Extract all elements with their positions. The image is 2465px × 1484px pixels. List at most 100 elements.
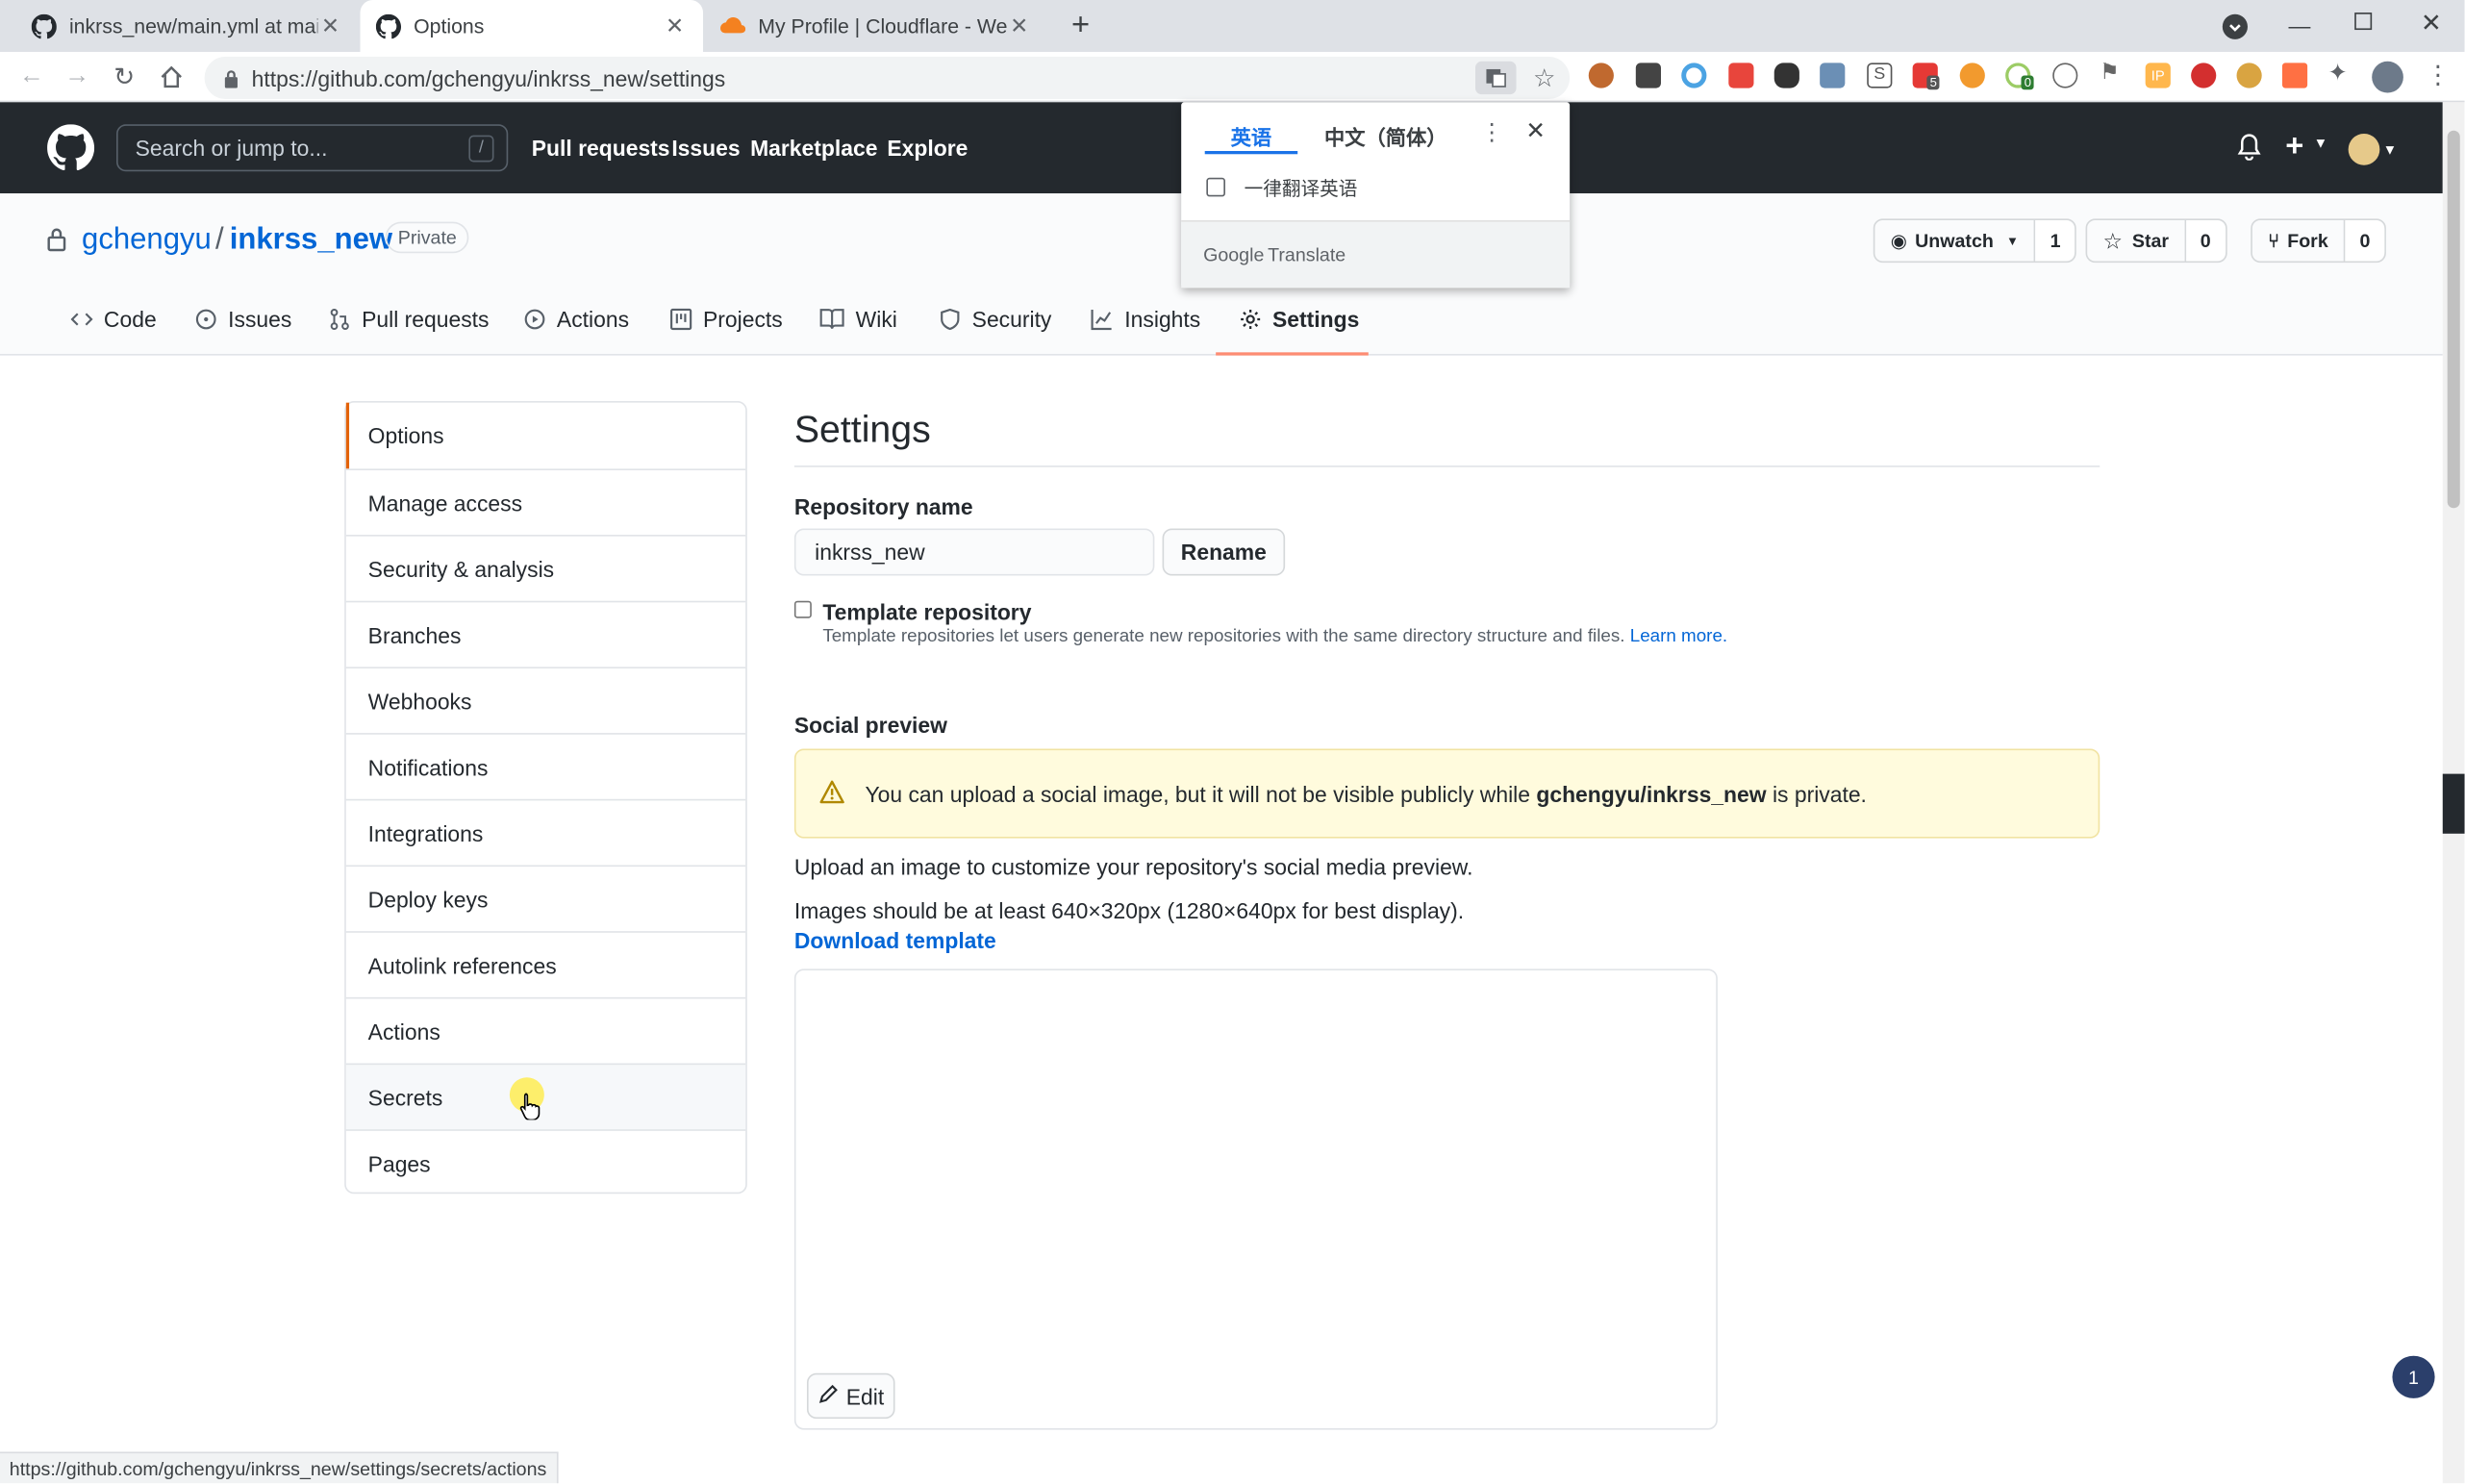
nav-marketplace[interactable]: Marketplace: [750, 136, 877, 161]
star-count[interactable]: 0: [2186, 219, 2226, 262]
sidebar-item-integrations[interactable]: Integrations: [345, 798, 746, 866]
create-new-plus-icon[interactable]: +: [2285, 129, 2303, 165]
template-repository-checkbox[interactable]: [793, 600, 812, 618]
tab-search-icon[interactable]: [2222, 13, 2248, 39]
sidebar-item-actions[interactable]: Actions: [345, 996, 746, 1064]
translate-icon[interactable]: [1475, 61, 1517, 95]
reload-icon[interactable]: ↻: [106, 52, 143, 102]
browser-tab-cloudflare[interactable]: My Profile | Cloudflare - Web P ✕: [705, 0, 1048, 52]
extension-icon[interactable]: [1728, 63, 1754, 88]
extension-icon[interactable]: [1635, 63, 1661, 88]
minimize-icon[interactable]: —: [2289, 13, 2311, 38]
repo-name-link[interactable]: inkrss_new: [230, 223, 392, 258]
user-avatar[interactable]: [2348, 134, 2380, 165]
extension-icon[interactable]: [1588, 63, 1614, 88]
social-preview-image-area[interactable]: Edit: [793, 968, 1718, 1430]
side-panel-handle[interactable]: [2442, 773, 2465, 834]
browser-tab-main-yml[interactable]: inkrss_new/main.yml at main · ✕: [15, 0, 359, 52]
browser-tab-bar: inkrss_new/main.yml at main · ✕ Options …: [0, 0, 2465, 52]
tab-code[interactable]: Code: [70, 306, 157, 356]
fork-button-group: ⑂ Fork 0: [2251, 218, 2386, 264]
translate-tab-source[interactable]: 英语: [1204, 121, 1298, 155]
tab-pull-requests[interactable]: Pull requests: [329, 307, 490, 356]
pull-request-icon: [330, 308, 349, 331]
tab-label: Code: [103, 306, 157, 333]
nav-issues[interactable]: Issues: [671, 136, 740, 161]
close-tab-icon[interactable]: ✕: [1007, 13, 1032, 39]
repo-name-input[interactable]: [793, 528, 1155, 576]
tab-security[interactable]: Security: [939, 307, 1051, 356]
fork-count[interactable]: 0: [2345, 219, 2385, 262]
new-tab-button[interactable]: +: [1064, 10, 1098, 44]
repo-owner-link[interactable]: gchengyu: [82, 223, 212, 258]
learn-more-link[interactable]: Learn more.: [1630, 628, 1727, 647]
extension-icon[interactable]: [1959, 63, 1985, 88]
extension-icon[interactable]: [2052, 63, 2078, 88]
search-input[interactable]: Search or jump to... /: [116, 124, 509, 172]
extension-icon[interactable]: [1681, 63, 1707, 88]
sidebar-item-pages[interactable]: Pages: [345, 1129, 746, 1195]
extensions-puzzle-icon[interactable]: ✦: [2327, 59, 2348, 87]
extension-icon[interactable]: IP: [2145, 63, 2171, 88]
edit-image-button[interactable]: Edit: [806, 1372, 895, 1420]
extension-icon[interactable]: [1820, 63, 1846, 88]
extension-icon[interactable]: [2236, 63, 2262, 88]
github-logo-icon[interactable]: [47, 124, 95, 179]
watch-count[interactable]: 1: [2035, 219, 2075, 262]
tab-projects[interactable]: Projects: [670, 307, 783, 356]
fork-button[interactable]: ⑂ Fork: [2252, 219, 2346, 262]
bookmark-star-icon[interactable]: ☆: [1533, 63, 1555, 94]
tab-settings[interactable]: Settings: [1216, 307, 1369, 356]
address-bar[interactable]: https://github.com/gchengyu/inkrss_new/s…: [204, 56, 1571, 100]
always-translate-checkbox[interactable]: [1206, 177, 1225, 197]
sidebar-item-branches[interactable]: Branches: [345, 600, 746, 667]
back-icon[interactable]: ←: [13, 52, 50, 102]
profile-avatar[interactable]: [2372, 61, 2403, 93]
unwatch-button[interactable]: ◉ Unwatch ▼: [1874, 219, 2036, 262]
translate-footer: Google Translate: [1181, 219, 1571, 289]
flash-text: You can upload a social image, but it wi…: [865, 780, 1537, 807]
watch-button-group: ◉ Unwatch ▼ 1: [1873, 218, 2076, 264]
sidebar-item-webhooks[interactable]: Webhooks: [345, 667, 746, 733]
tab-insights[interactable]: Insights: [1090, 307, 1200, 356]
close-window-icon[interactable]: ✕: [2421, 8, 2442, 39]
sidebar-item-secrets[interactable]: Secrets: [345, 1063, 746, 1130]
nav-pull-requests[interactable]: Pull requests: [532, 136, 670, 161]
close-tab-icon[interactable]: ✕: [317, 13, 342, 39]
private-warning-flash: You can upload a social image, but it wi…: [793, 748, 2100, 839]
forward-icon[interactable]: →: [59, 52, 96, 102]
browser-tab-options[interactable]: Options ✕: [360, 0, 704, 52]
sidebar-item-options[interactable]: Options: [345, 402, 745, 469]
tab-issues[interactable]: Issues: [195, 307, 291, 356]
close-icon[interactable]: ✕: [1525, 116, 1546, 145]
sidebar-item-manage-access[interactable]: Manage access: [345, 468, 746, 535]
browser-toolbar: ← → ↻ https://github.com/gchengyu/inkrss…: [0, 51, 2465, 103]
home-icon[interactable]: [153, 52, 190, 102]
sidebar-item-autolink-references[interactable]: Autolink references: [345, 931, 746, 997]
star-button[interactable]: ☆ Star: [2087, 219, 2187, 262]
rename-button[interactable]: Rename: [1162, 528, 1286, 576]
nav-explore[interactable]: Explore: [887, 136, 968, 161]
sidebar-item-deploy-keys[interactable]: Deploy keys: [345, 865, 746, 931]
close-tab-icon[interactable]: ✕: [663, 13, 688, 39]
tab-actions[interactable]: Actions: [524, 307, 629, 356]
notifications-bell-icon[interactable]: [2237, 134, 2262, 168]
tab-wiki[interactable]: Wiki: [819, 307, 897, 356]
extension-icon[interactable]: [1773, 63, 1799, 88]
more-options-icon[interactable]: ⋮: [1480, 118, 1504, 146]
code-icon: [70, 313, 93, 326]
eye-icon: ◉: [1890, 229, 1907, 252]
notification-count-badge[interactable]: 1: [2392, 1355, 2435, 1398]
flag-icon[interactable]: ⚑: [2100, 59, 2120, 86]
translate-tab-target[interactable]: 中文（简体）: [1324, 121, 1447, 151]
scrollbar-thumb[interactable]: [2447, 130, 2460, 509]
sidebar-item-security-analysis[interactable]: Security & analysis: [345, 535, 746, 601]
shield-icon: [941, 308, 960, 331]
browser-menu-icon[interactable]: ⋮: [2426, 60, 2451, 91]
restore-icon[interactable]: [2354, 13, 2373, 31]
download-template-link[interactable]: Download template: [794, 928, 996, 953]
extension-icon[interactable]: [2191, 63, 2217, 88]
sidebar-item-notifications[interactable]: Notifications: [345, 733, 746, 799]
extension-icon[interactable]: S: [1867, 63, 1893, 88]
extension-icon[interactable]: [2281, 63, 2308, 88]
